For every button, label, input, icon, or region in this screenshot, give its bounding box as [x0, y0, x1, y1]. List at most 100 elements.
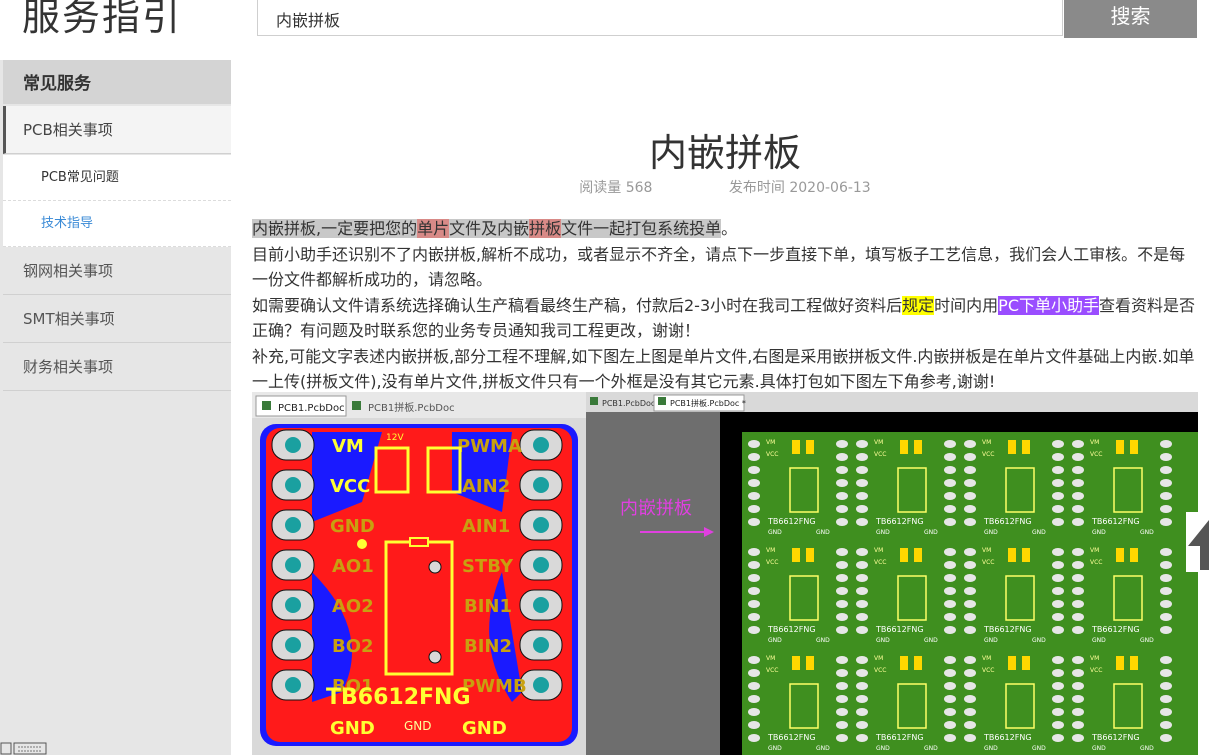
mini-label: GND	[1140, 745, 1154, 752]
sidebar-subitem-tech-guide[interactable]: 技术指导	[3, 201, 231, 247]
mini-pad	[944, 518, 956, 526]
mini-pad	[836, 669, 848, 677]
text-highlight: 拼板	[529, 219, 562, 238]
mini-pad	[748, 682, 760, 690]
mini-pad	[748, 734, 760, 742]
mini-pad	[1052, 561, 1064, 569]
mini-pad	[964, 574, 976, 582]
mini-pad	[1072, 453, 1084, 461]
mini-pad	[944, 656, 956, 664]
mini-pad	[1160, 587, 1172, 595]
mini-pad	[748, 440, 760, 448]
text-highlight: 文件一起打包系统投单	[561, 219, 722, 238]
mini-pad	[1160, 518, 1172, 526]
mini-pad	[944, 453, 956, 461]
brand-title: 服务指引	[22, 0, 183, 39]
text-segment: 。	[721, 219, 738, 238]
mini-label: GND	[768, 637, 782, 644]
mini-pad	[1160, 656, 1172, 664]
mini-capacitor	[1022, 548, 1030, 562]
mini-chip-label: TB6612FNG	[1091, 625, 1140, 634]
mini-label: VCC	[766, 667, 778, 674]
mini-pad	[1072, 587, 1084, 595]
mini-pad	[1052, 440, 1064, 448]
sidebar-item-smt[interactable]: SMT相关事项	[3, 295, 231, 343]
mini-pad	[944, 734, 956, 742]
mini-chip-label: TB6612FNG	[875, 733, 924, 742]
mini-pad	[1072, 548, 1084, 556]
mini-pad	[748, 479, 760, 487]
mini-pad	[1072, 721, 1084, 729]
via	[428, 650, 442, 664]
mini-capacitor	[1008, 440, 1016, 454]
mini-pad	[856, 440, 868, 448]
mini-pad	[836, 626, 848, 634]
mini-label: GND	[876, 745, 890, 752]
mini-pad	[856, 548, 868, 556]
mini-pad	[856, 479, 868, 487]
mini-capacitor	[1008, 548, 1016, 562]
mini-pad	[944, 479, 956, 487]
mini-pad	[1072, 682, 1084, 690]
mini-capacitor	[1130, 548, 1138, 562]
search-button[interactable]: 搜索	[1064, 0, 1197, 38]
mini-capacitor	[806, 440, 814, 454]
text-highlight: PC下单小助手	[998, 295, 1099, 315]
search-input[interactable]	[257, 0, 1063, 36]
gnd-label: GND	[330, 718, 375, 739]
mini-pad	[1072, 466, 1084, 474]
mini-pad	[1072, 695, 1084, 703]
pcb-figure: PCB1.PcbDoc PCB1拼板.PcbDoc VM VCC GND AO1…	[252, 392, 1198, 755]
mini-pad	[944, 440, 956, 448]
mini-pad	[1052, 479, 1064, 487]
mini-label: VCC	[874, 667, 886, 674]
mini-label: GND	[1092, 529, 1106, 536]
tab-label: PCB1.PcbDoc	[602, 399, 655, 408]
mini-pad	[748, 574, 760, 582]
mini-pad	[964, 548, 976, 556]
sidebar-item-stencil[interactable]: 钢网相关事项	[3, 247, 231, 295]
mini-pad	[836, 708, 848, 716]
mini-label: GND	[1032, 529, 1046, 536]
mini-chip-label: TB6612FNG	[983, 625, 1032, 634]
pin-label: PWMB	[462, 676, 527, 697]
mini-chip-label: TB6612FNG	[1091, 733, 1140, 742]
mini-pad	[856, 682, 868, 690]
mini-label: GND	[984, 745, 998, 752]
mini-pad	[1052, 518, 1064, 526]
mini-pad	[1052, 466, 1064, 474]
mini-pad	[856, 466, 868, 474]
mini-label: GND	[1140, 529, 1154, 536]
mini-label: GND	[984, 529, 998, 536]
mini-label: GND	[924, 745, 938, 752]
sidebar-subitem-pcb-faq[interactable]: PCB常见问题	[3, 155, 231, 201]
pin-label: AO2	[332, 596, 374, 617]
mini-pad	[1072, 574, 1084, 582]
search-bar: 搜索	[257, 0, 1197, 38]
mini-pad	[836, 479, 848, 487]
paragraph-4: 补充,可能文字表述内嵌拼板,部分工程不理解,如下图左上图是单片文件,右图是采用嵌…	[252, 346, 1195, 392]
mini-pad	[964, 721, 976, 729]
pin-label: STBY	[462, 556, 514, 577]
mini-capacitor	[1116, 656, 1124, 670]
mini-pad	[1052, 682, 1064, 690]
mini-pad	[1160, 440, 1172, 448]
mini-pad	[856, 505, 868, 513]
mini-pad	[1052, 613, 1064, 621]
mini-pad	[944, 682, 956, 690]
sidebar-item-pcb[interactable]: PCB相关事项	[3, 106, 231, 154]
mini-pad	[964, 600, 976, 608]
back-to-top-icon[interactable]	[1182, 512, 1209, 572]
text-highlight: 文件及内嵌	[449, 219, 530, 238]
mini-chip-label: TB6612FNG	[1091, 517, 1140, 526]
sidebar-item-finance[interactable]: 财务相关事项	[3, 343, 231, 391]
mini-pad	[856, 574, 868, 582]
article-body: 内嵌拼板,一定要把您的单片文件及内嵌拼板文件一起打包系统投单。 目前小助手还识别…	[252, 216, 1198, 395]
mini-pad	[1160, 505, 1172, 513]
mini-pad	[964, 656, 976, 664]
mini-capacitor	[1130, 656, 1138, 670]
mini-capacitor	[900, 548, 908, 562]
pin-label: BIN2	[464, 636, 512, 657]
keyboard-icon	[0, 742, 47, 755]
mini-pad	[1052, 708, 1064, 716]
